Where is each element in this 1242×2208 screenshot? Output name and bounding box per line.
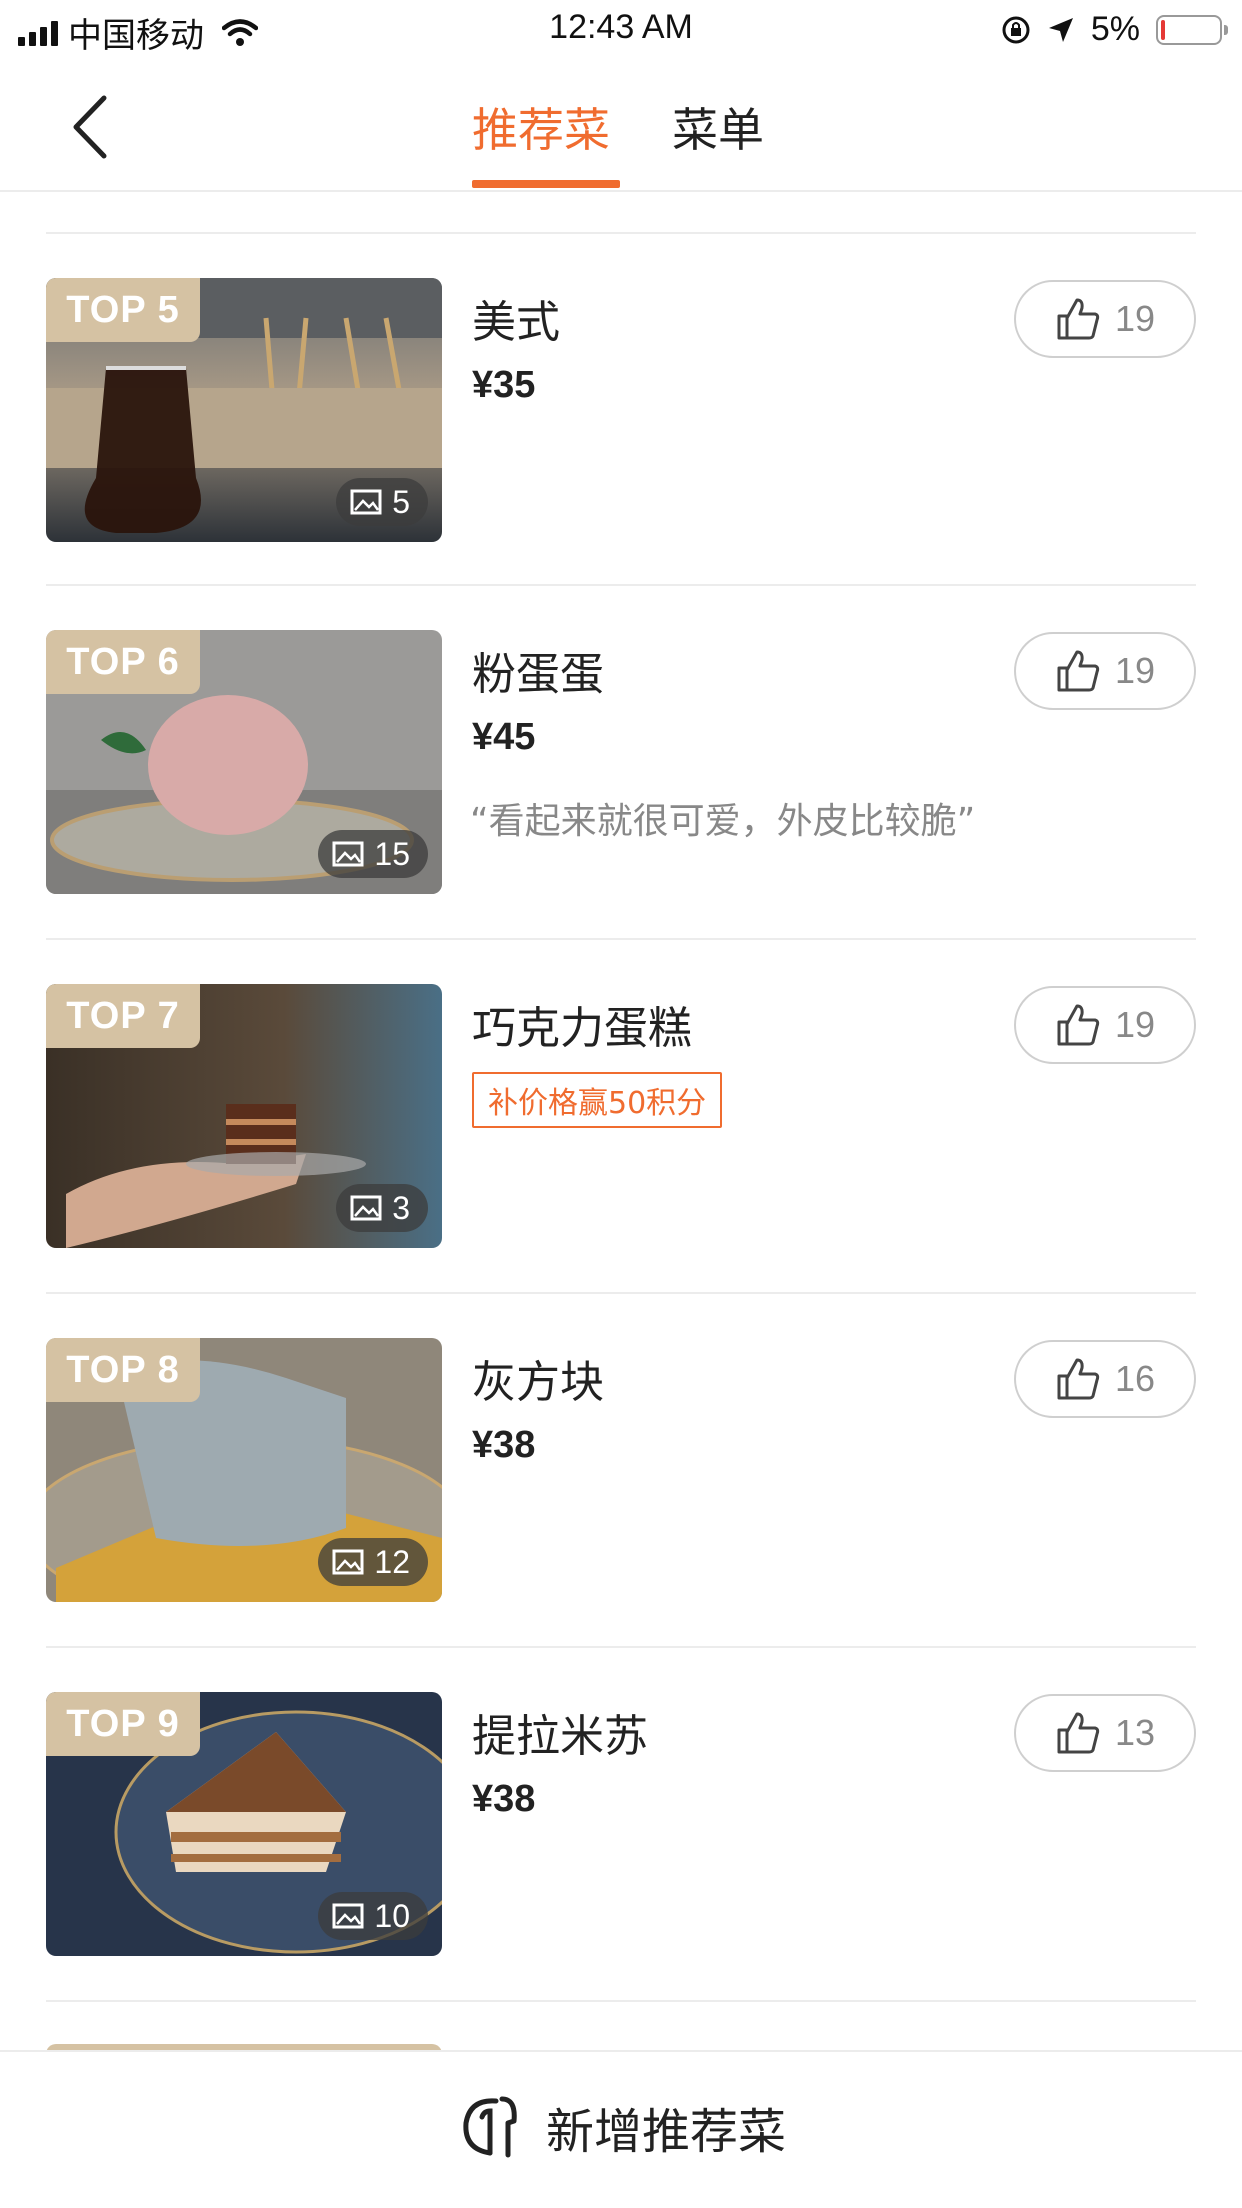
fork-knife-icon: [463, 2096, 517, 2158]
dish-price: ¥35: [472, 364, 536, 406]
status-right: 5%: [1001, 10, 1228, 49]
dish-photo[interactable]: TOP 9 10: [46, 1692, 442, 1956]
tab-menu[interactable]: 菜单: [672, 94, 764, 160]
battery-icon: [1156, 14, 1228, 45]
thumbs-up-icon: [1057, 1712, 1100, 1754]
dish-price: ¥38: [472, 1424, 536, 1466]
thumbs-up-icon: [1057, 1358, 1100, 1400]
status-bar: 中国移动 12:43 AM 5%: [0, 0, 1242, 62]
like-count: 16: [1114, 1358, 1156, 1399]
like-button[interactable]: 19: [1014, 280, 1196, 358]
photo-count: 12: [318, 1538, 428, 1586]
divider: [46, 2000, 1196, 2002]
recommended-dish-list[interactable]: TOP 5 5 美式 ¥35 19 TOP 6 15 粉蛋蛋 ¥45 “看起来就…: [0, 192, 1242, 2050]
rank-badge: TOP 9: [46, 1692, 200, 1756]
photo-count: 3: [336, 1184, 428, 1232]
thumbs-up-icon: [1057, 298, 1100, 340]
dish-price: ¥38: [472, 1778, 536, 1820]
image-icon: [332, 1903, 364, 1929]
dish-name: 美式: [472, 297, 560, 348]
photo-count-value: 10: [374, 1897, 410, 1934]
list-item[interactable]: TOP 8 12 灰方块 ¥38 16: [0, 1294, 1242, 1648]
list-item[interactable]: TOP 9 10 提拉米苏 ¥38 13: [0, 1648, 1242, 2002]
dish-name: 提拉米苏: [472, 1711, 648, 1762]
rank-badge: TOP 6: [46, 630, 200, 694]
photo-count-value: 5: [392, 483, 410, 520]
dish-photo[interactable]: TOP 6 15: [46, 630, 442, 894]
orientation-lock-icon: [1002, 16, 1030, 43]
back-arrow-icon[interactable]: [62, 92, 122, 162]
add-recommended-dish-label: 新增推荐菜: [545, 2104, 786, 2160]
review-quote: “看起来就很可爱，外皮比较脆”: [470, 801, 976, 842]
dish-name: 粉蛋蛋: [472, 649, 604, 700]
like-button[interactable]: 19: [1014, 986, 1196, 1064]
rank-badge: TOP 5: [46, 278, 200, 342]
list-item[interactable]: TOP 5 5 美式 ¥35 19: [0, 234, 1242, 588]
image-icon: [350, 1195, 382, 1221]
bottom-bar: 新增推荐菜: [0, 2050, 1242, 2208]
price-missing-promo[interactable]: 补价格赢50积分: [472, 1072, 723, 1128]
battery-percent: 5%: [1090, 10, 1140, 48]
list-item[interactable]: TOP 6 15 粉蛋蛋 ¥45 “看起来就很可爱，外皮比较脆” 19: [0, 586, 1242, 940]
dish-name: 灰方块: [472, 1357, 604, 1408]
thumbs-up-icon: [1057, 1004, 1100, 1046]
photo-count: 15: [318, 830, 428, 878]
image-icon: [332, 1549, 364, 1575]
photo-count-value: 12: [374, 1543, 410, 1580]
list-item[interactable]: TOP 7 3 巧克力蛋糕 补价格赢50积分 19: [0, 940, 1242, 1294]
image-icon: [332, 841, 364, 867]
like-count: 19: [1114, 650, 1156, 691]
dish-price: ¥45: [472, 716, 536, 758]
like-button[interactable]: 13: [1014, 1694, 1196, 1772]
like-count: 13: [1114, 1712, 1156, 1753]
dish-photo[interactable]: TOP 8 12: [46, 1338, 442, 1602]
dish-photo[interactable]: TOP 7 3: [46, 984, 442, 1248]
add-recommended-dish-button[interactable]: 新增推荐菜: [0, 2092, 1242, 2162]
thumbs-up-icon: [1057, 650, 1100, 692]
like-button[interactable]: 19: [1014, 632, 1196, 710]
like-count: 19: [1114, 1004, 1156, 1045]
like-button[interactable]: 16: [1014, 1340, 1196, 1418]
image-icon: [350, 489, 382, 515]
location-icon: [1048, 17, 1073, 42]
photo-count: 5: [336, 478, 428, 526]
active-tab-indicator: [472, 180, 620, 188]
photo-count: 10: [318, 1892, 428, 1940]
dish-photo[interactable]: TOP 5 5: [46, 278, 442, 542]
rank-badge: TOP 7: [46, 984, 200, 1048]
like-count: 19: [1114, 298, 1156, 339]
photo-count-value: 3: [392, 1189, 410, 1226]
dish-name: 巧克力蛋糕: [472, 1003, 692, 1054]
nav-bar: 推荐菜 菜单: [0, 62, 1242, 192]
tab-recommended[interactable]: 推荐菜: [472, 94, 610, 160]
rank-badge: TOP 8: [46, 1338, 200, 1402]
photo-count-value: 15: [374, 835, 410, 872]
